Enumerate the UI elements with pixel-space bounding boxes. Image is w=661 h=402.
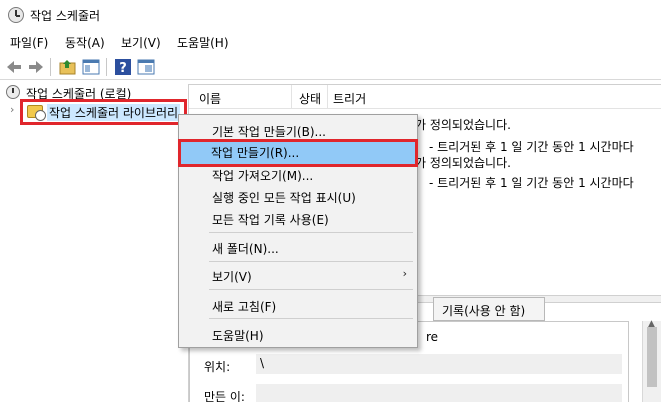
expand-chevron-icon[interactable]: ›: [10, 103, 14, 116]
menu-item-import-task[interactable]: 작업 가져오기(M)...: [179, 163, 417, 185]
menu-item-label: 보기(V): [212, 270, 252, 284]
tree-child-label: 작업 스케줄러 라이브러리: [47, 104, 181, 121]
vertical-scrollbar[interactable]: ▲: [642, 319, 661, 402]
menu-file[interactable]: 파일(F): [10, 34, 48, 51]
column-header-trigger[interactable]: 트리거: [333, 90, 366, 107]
column-header-status[interactable]: 상태: [299, 90, 321, 107]
menu-separator: [209, 289, 413, 290]
menu-action[interactable]: 동작(A): [65, 34, 105, 51]
toolbar-separator: [106, 58, 107, 76]
column-divider[interactable]: [327, 85, 328, 109]
author-label: 만든 이:: [204, 390, 245, 402]
scheduler-folder-icon: [27, 105, 46, 121]
location-label: 위치:: [204, 360, 231, 374]
column-header-name[interactable]: 이름: [199, 90, 221, 107]
help-icon[interactable]: ?: [113, 57, 133, 77]
navigation-tree: 작업 스케줄러 (로컬) › 작업 스케줄러 라이브러리: [0, 82, 187, 402]
context-menu: 기본 작업 만들기(B)... 작업 만들기(R)... 작업 가져오기(M).…: [178, 114, 418, 348]
menu-item-enable-task-history[interactable]: 모든 작업 기록 사용(E): [179, 207, 417, 229]
trigger-cell: - 트리거된 후 1 일 기간 동안 1 시간마다: [429, 176, 634, 190]
tab-history[interactable]: 기록(사용 안 함): [433, 297, 545, 321]
menu-help[interactable]: 도움말(H): [177, 34, 229, 51]
tree-item-task-scheduler-library[interactable]: 작업 스케줄러 라이브러리: [20, 99, 187, 125]
menu-item-refresh[interactable]: 새로 고침(F): [179, 294, 417, 316]
forward-arrow-icon[interactable]: [26, 57, 46, 77]
menu-separator: [209, 232, 413, 233]
menu-item-view[interactable]: 보기(V) ›: [179, 264, 417, 286]
menu-item-label: 실행 중인 모든 작업 표시(U): [212, 191, 356, 205]
list-header: 이름 상태 트리거: [189, 85, 661, 109]
task-scheduler-clock-icon: [8, 7, 24, 23]
trigger-cell: 가 정의되었습니다.: [415, 156, 511, 170]
tab-history-label: 기록(사용 안 함): [442, 304, 526, 318]
scrollbar-thumb[interactable]: [647, 327, 657, 387]
trigger-cell: 가 정의되었습니다.: [415, 118, 511, 132]
menu-bar: 파일(F) 동작(A) 보기(V) 도움말(H): [0, 30, 661, 52]
clock-icon: [6, 85, 20, 99]
menu-item-help[interactable]: 도움말(H): [179, 323, 417, 345]
menu-separator: [209, 261, 413, 262]
folder-up-icon[interactable]: [58, 57, 78, 77]
menu-item-label: 도움말(H): [212, 329, 264, 343]
location-field: \: [256, 354, 622, 374]
menu-item-label: 모든 작업 기록 사용(E): [212, 213, 329, 227]
menu-item-label: 기본 작업 만들기(B)...: [212, 125, 326, 139]
author-field: [256, 384, 622, 402]
location-value: \: [260, 356, 265, 370]
back-arrow-icon[interactable]: [4, 57, 24, 77]
menu-separator: [209, 318, 413, 319]
menu-item-label: 새 폴더(N)...: [212, 242, 279, 256]
title-bar: 작업 스케줄러: [0, 0, 661, 30]
window-title: 작업 스케줄러: [30, 9, 101, 23]
svg-text:?: ?: [119, 61, 127, 76]
menu-view[interactable]: 보기(V): [121, 34, 161, 51]
show-hide-pane-icon[interactable]: [81, 57, 101, 77]
menu-item-label: 작업 가져오기(M)...: [212, 169, 314, 183]
menu-item-new-folder[interactable]: 새 폴더(N)...: [179, 236, 417, 258]
partial-text: re: [426, 330, 439, 344]
submenu-arrow-icon: ›: [402, 267, 407, 280]
menu-item-label: 작업 만들기(R)...: [211, 146, 300, 160]
column-divider[interactable]: [291, 85, 292, 109]
menu-item-label: 새로 고침(F): [212, 300, 277, 314]
menu-item-create-basic-task[interactable]: 기본 작업 만들기(B)...: [179, 119, 417, 141]
toolbar-separator: [50, 58, 51, 76]
menu-item-display-running-tasks[interactable]: 실행 중인 모든 작업 표시(U): [179, 185, 417, 207]
properties-icon[interactable]: [136, 57, 156, 77]
toolbar: ?: [0, 54, 661, 80]
